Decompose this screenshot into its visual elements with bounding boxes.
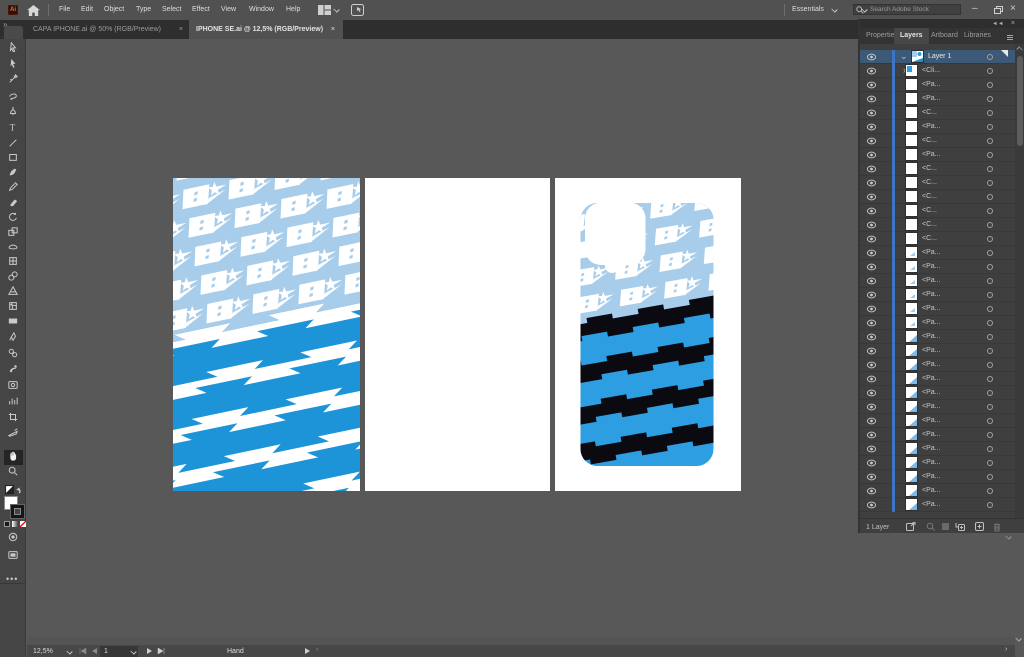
svg-text:T: T (10, 122, 16, 132)
